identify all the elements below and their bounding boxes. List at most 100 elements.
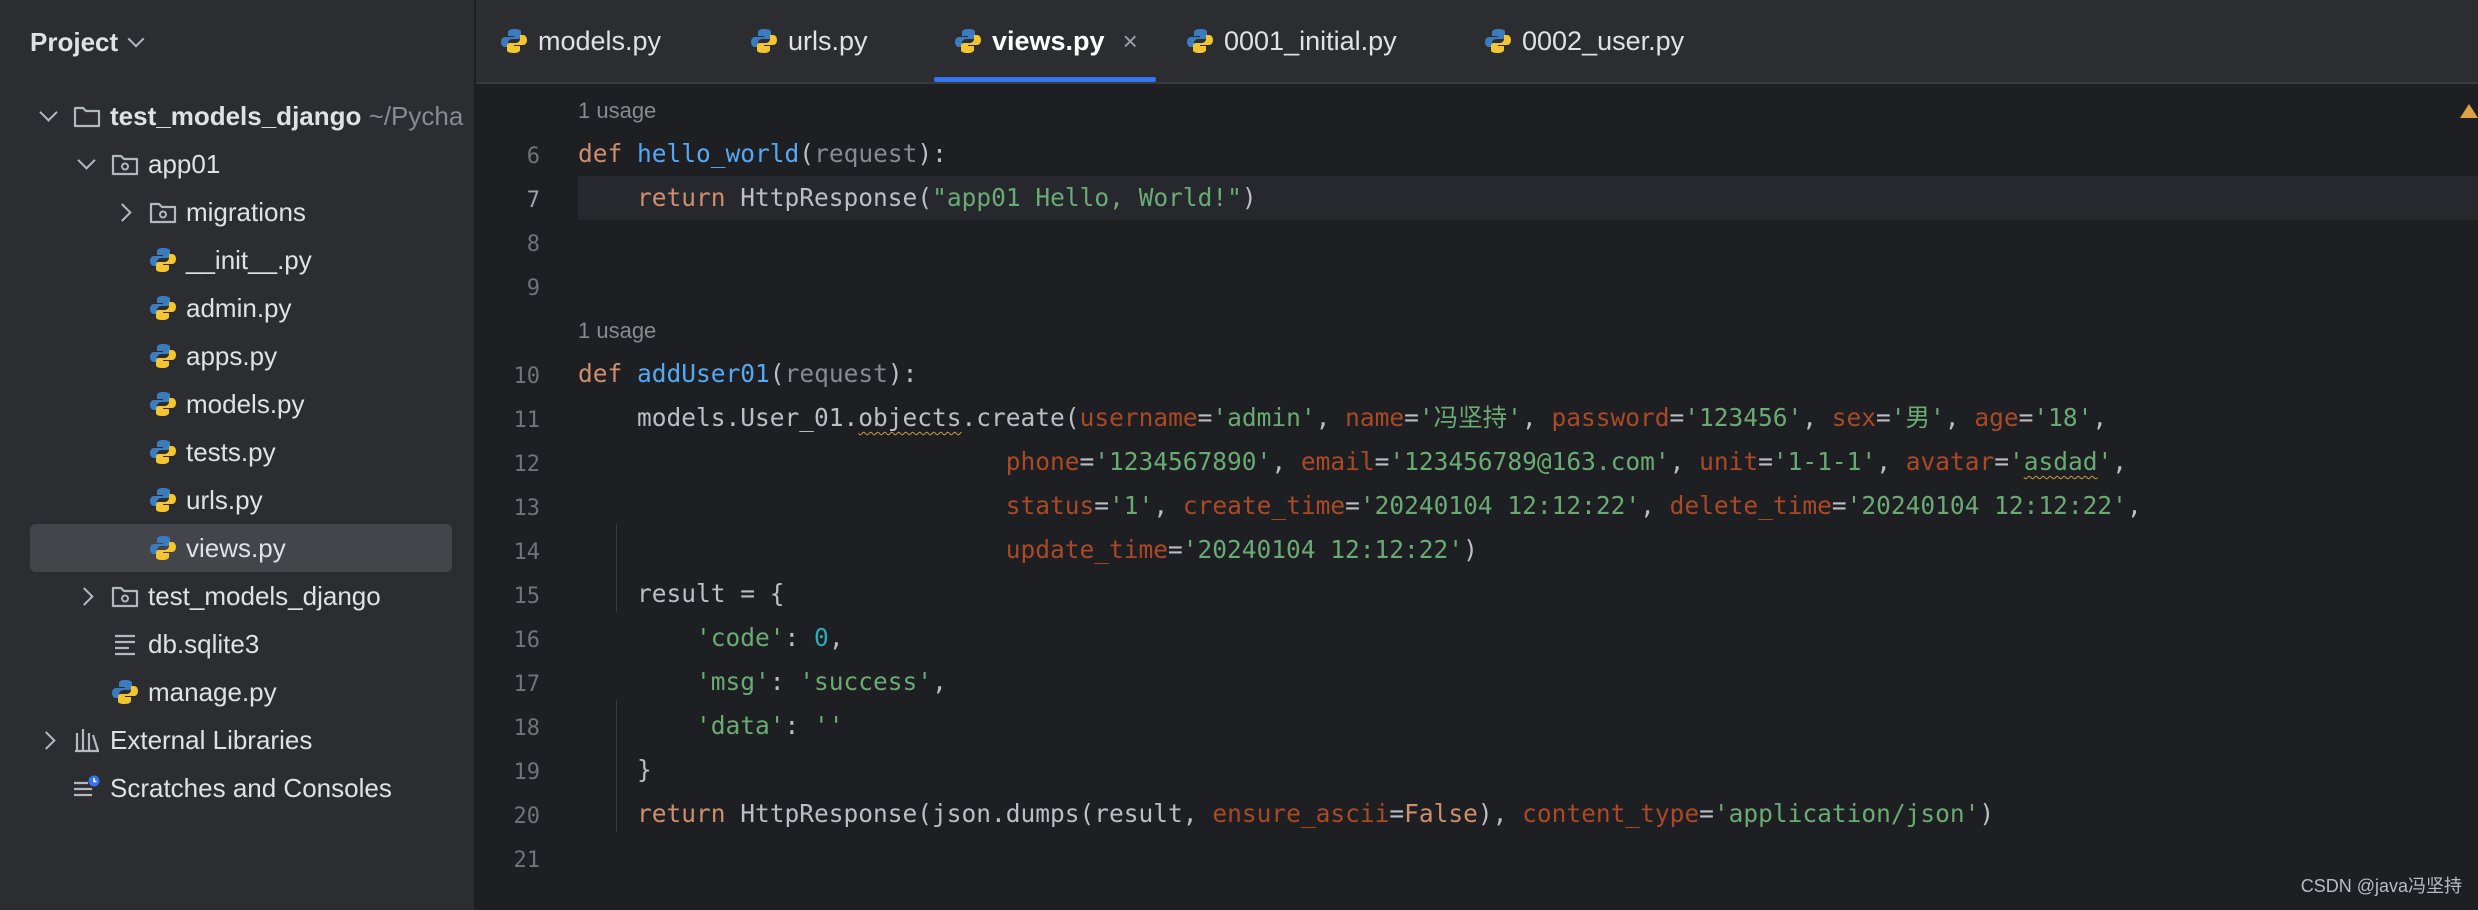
tab-0002-user-py[interactable]: 0002_user.py bbox=[1484, 0, 1684, 82]
tree-item-label: apps.py bbox=[186, 340, 278, 371]
tree-item-tests[interactable]: tests.py bbox=[30, 428, 452, 476]
tab-label: 0002_user.py bbox=[1522, 25, 1685, 56]
tree-item-test-models-django-package[interactable]: test_models_django bbox=[30, 572, 452, 620]
code-line-17: 'msg': 'success', bbox=[696, 667, 947, 696]
line-number: 21 bbox=[513, 848, 541, 873]
code-line-19: } bbox=[637, 755, 652, 784]
line-number: 14 bbox=[513, 540, 541, 565]
text-file-icon bbox=[110, 629, 140, 659]
chevron-down-icon bbox=[127, 30, 145, 48]
tree-item-label: urls.py bbox=[186, 484, 263, 515]
code-line-12: phone='1234567890', email='123456789@163… bbox=[1005, 447, 2128, 476]
line-number-gutter: 6 7 8 9 10 11 12 13 14 15 16 17 18 19 20… bbox=[476, 84, 576, 910]
scratches-icon bbox=[72, 773, 102, 803]
python-file-icon bbox=[148, 389, 178, 419]
package-folder-icon bbox=[110, 149, 140, 179]
line-number: 20 bbox=[513, 804, 541, 829]
chevron-down-icon bbox=[77, 150, 96, 170]
python-file-icon bbox=[110, 677, 140, 707]
warning-icon[interactable] bbox=[2460, 104, 2478, 118]
chevron-right-icon bbox=[113, 202, 132, 222]
tree-item-label: migrations bbox=[186, 196, 306, 227]
tree-item-label: manage.py bbox=[148, 676, 277, 707]
tree-item-root[interactable]: test_models_django ~/Pycha bbox=[30, 92, 463, 140]
tab-label: views.py bbox=[992, 25, 1105, 56]
tree-item-label: tests.py bbox=[186, 436, 276, 467]
tree-item-external-libraries[interactable]: External Libraries bbox=[30, 716, 452, 764]
python-file-icon bbox=[1484, 26, 1514, 56]
line-number: 7 bbox=[526, 188, 540, 213]
line-number: 9 bbox=[526, 276, 540, 301]
folder-icon bbox=[72, 101, 102, 131]
editor-area: models.py urls.py views.py × 0001_initia… bbox=[476, 0, 2478, 910]
tree-item-db[interactable]: db.sqlite3 bbox=[30, 620, 452, 668]
code-line-20: return HttpResponse(json.dumps(result, e… bbox=[637, 799, 1995, 828]
python-file-icon bbox=[148, 437, 178, 467]
close-tab-icon[interactable]: × bbox=[1123, 26, 1138, 57]
usage-hint[interactable]: 1 usage bbox=[578, 98, 656, 124]
tab-views-py[interactable]: views.py × bbox=[934, 0, 1156, 82]
code-line-14: update_time='20240104 12:12:22') bbox=[1005, 535, 1478, 564]
tree-item-label: External Libraries bbox=[110, 724, 313, 755]
tab-urls-py[interactable]: urls.py bbox=[750, 0, 868, 82]
tab-0001-initial-py[interactable]: 0001_initial.py bbox=[1186, 0, 1397, 82]
editor-tab-bar: models.py urls.py views.py × 0001_initia… bbox=[476, 0, 2478, 84]
tree-item-manage[interactable]: manage.py bbox=[30, 668, 452, 716]
python-file-icon bbox=[148, 485, 178, 515]
package-folder-icon bbox=[110, 581, 140, 611]
chevron-right-icon bbox=[37, 730, 56, 750]
python-file-icon bbox=[148, 245, 178, 275]
chevron-right-icon bbox=[75, 586, 94, 606]
python-file-icon bbox=[148, 533, 178, 563]
line-number: 16 bbox=[513, 628, 541, 653]
tree-item-init[interactable]: __init__.py bbox=[30, 236, 452, 284]
python-file-icon bbox=[1186, 26, 1216, 56]
code-line-7: return HttpResponse("app01 Hello, World!… bbox=[578, 176, 2478, 220]
code-line-13: status='1', create_time='20240104 12:12:… bbox=[1005, 491, 2142, 520]
project-view-selector[interactable]: Project bbox=[30, 24, 145, 60]
tree-item-migrations[interactable]: migrations bbox=[30, 188, 452, 236]
line-number: 18 bbox=[513, 716, 541, 741]
tree-item-urls[interactable]: urls.py bbox=[30, 476, 452, 524]
code-line-10: def addUser01(request): bbox=[578, 359, 918, 388]
tree-item-label: models.py bbox=[186, 388, 305, 419]
library-icon bbox=[72, 725, 102, 755]
tree-item-app01[interactable]: app01 bbox=[30, 140, 452, 188]
python-file-icon bbox=[500, 26, 530, 56]
usage-hint[interactable]: 1 usage bbox=[578, 318, 656, 344]
line-number: 6 bbox=[526, 144, 540, 169]
tree-item-label: test_models_django ~/Pycha bbox=[110, 100, 464, 131]
python-file-icon bbox=[750, 26, 780, 56]
tree-item-scratches[interactable]: Scratches and Consoles bbox=[30, 764, 452, 812]
tab-label: urls.py bbox=[788, 25, 868, 56]
tree-item-label: Scratches and Consoles bbox=[110, 772, 392, 803]
code-line-16: 'code': 0, bbox=[696, 623, 844, 652]
line-number: 11 bbox=[513, 408, 541, 433]
package-folder-icon bbox=[148, 197, 178, 227]
tab-models-py[interactable]: models.py bbox=[500, 0, 661, 82]
tree-item-admin[interactable]: admin.py bbox=[30, 284, 452, 332]
python-file-icon bbox=[954, 26, 984, 56]
tree-item-apps[interactable]: apps.py bbox=[30, 332, 452, 380]
line-number: 8 bbox=[526, 232, 540, 257]
tree-item-views[interactable]: views.py bbox=[30, 524, 452, 572]
tree-item-label: __init__.py bbox=[186, 244, 312, 275]
tab-label: models.py bbox=[538, 25, 662, 56]
code-line-6: def hello_world(request): bbox=[578, 139, 947, 168]
code-line-18: 'data': '' bbox=[696, 711, 844, 740]
code-area[interactable]: 1 usage def hello_world(request): return… bbox=[578, 84, 2478, 910]
line-number: 12 bbox=[513, 452, 541, 477]
line-number: 10 bbox=[513, 364, 541, 389]
project-sidebar: Project test_models_django ~/Pycha app01… bbox=[0, 0, 476, 910]
line-number: 17 bbox=[513, 672, 541, 697]
code-line-15: result = { bbox=[637, 579, 785, 608]
line-number: 19 bbox=[513, 760, 541, 785]
tree-item-label: db.sqlite3 bbox=[148, 628, 260, 659]
project-title: Project bbox=[30, 26, 119, 57]
line-number: 13 bbox=[513, 496, 541, 521]
tree-item-label: app01 bbox=[148, 148, 221, 179]
line-number: 15 bbox=[513, 584, 541, 609]
tree-item-label: views.py bbox=[186, 532, 286, 563]
tab-label: 0001_initial.py bbox=[1224, 25, 1397, 56]
tree-item-models[interactable]: models.py bbox=[30, 380, 452, 428]
